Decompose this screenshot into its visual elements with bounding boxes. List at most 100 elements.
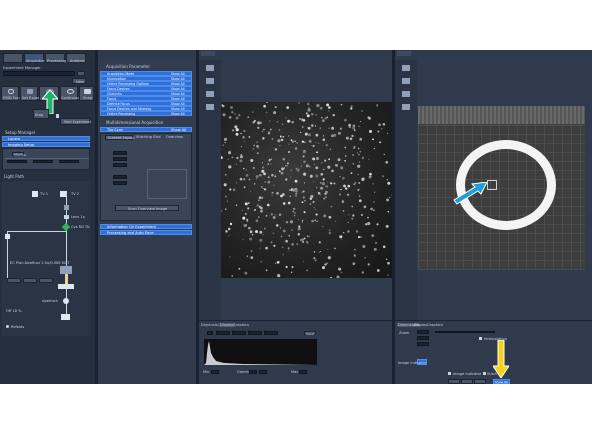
cell-dot	[340, 271, 343, 274]
experiment-select[interactable]	[3, 71, 75, 76]
view-gallery-icon[interactable]	[206, 91, 214, 97]
show-all-overview-button[interactable]: Show All	[493, 379, 510, 384]
setup-item-imaging[interactable]: Imaging Setup	[2, 142, 90, 147]
overview-image[interactable]	[418, 106, 585, 270]
experiment-menu-button[interactable]	[77, 71, 85, 76]
tile-field-3[interactable]	[113, 163, 127, 167]
view-gallery-icon[interactable]	[402, 91, 410, 97]
snap-button[interactable]: Snap	[79, 86, 94, 101]
tab-locate[interactable]	[3, 53, 23, 63]
light-path-button-2[interactable]	[23, 278, 37, 283]
cell-dot	[271, 137, 274, 140]
setup-item-label: Imaging Setup	[8, 143, 35, 147]
zoom-slider[interactable]	[435, 331, 495, 333]
light-path-button-3[interactable]	[39, 278, 53, 283]
view-2d-icon[interactable]	[402, 65, 410, 71]
cell-dot	[330, 182, 333, 185]
cell-dot	[320, 194, 322, 196]
acq-parameter-item[interactable]: Acquisition Mode Show All	[100, 71, 192, 76]
cell-dot	[376, 104, 379, 107]
fluorescence-image[interactable]	[221, 102, 392, 278]
acq-parameter-item[interactable]: Illumination Show All	[100, 76, 192, 81]
image-indicator-checkbox[interactable]	[448, 372, 451, 375]
display-dropdown-4[interactable]	[264, 331, 278, 335]
channel-button[interactable]: Channel	[12, 152, 26, 157]
viewer-1-toolbar	[199, 60, 221, 320]
zoom-field-2[interactable]	[417, 336, 429, 340]
cell-dot	[278, 213, 282, 217]
acq-parameter-item[interactable]: Definite Focus Show All	[100, 101, 192, 106]
acq-parameter-item[interactable]: Online Processing Show All	[100, 111, 192, 116]
cell-dot	[307, 133, 312, 137]
viewer-2-tab[interactable]	[397, 51, 411, 56]
cell-dot	[324, 190, 328, 194]
acq-parameter-item[interactable]: Focus Devices Show All	[100, 86, 192, 91]
max-field[interactable]	[299, 370, 307, 374]
tile-tab-current[interactable]: Current Layout	[105, 135, 135, 140]
acq-parameter-item[interactable]: Focus Show All	[100, 96, 192, 101]
display-dropdown-1[interactable]	[216, 331, 230, 335]
light-path-button-1[interactable]	[7, 278, 21, 283]
min-field[interactable]	[211, 370, 219, 374]
cell-dot	[385, 224, 389, 228]
cell-dot	[222, 113, 226, 117]
continuous-button[interactable]: Continuous	[60, 86, 81, 101]
tile-field-4[interactable]	[113, 175, 127, 179]
info-experiment-bar[interactable]: Information On Experiment	[100, 224, 192, 229]
tab-analysis[interactable]: Analysis	[66, 53, 86, 63]
histogram[interactable]	[204, 339, 317, 365]
display-dropdown-3[interactable]	[248, 331, 262, 335]
cell-dot	[309, 174, 313, 178]
cell-dot	[359, 150, 362, 153]
gamma-field[interactable]	[249, 370, 257, 374]
processing-autosave-bar[interactable]: Processing and Auto Save	[100, 230, 192, 235]
cell-dot	[228, 165, 232, 169]
new-experiment-button[interactable]: New	[72, 78, 86, 84]
tab-graphics[interactable]: Graphics	[233, 323, 249, 327]
cell-dot	[321, 162, 323, 164]
tab-display[interactable]: Display	[414, 323, 427, 327]
stitch-checkbox[interactable]	[483, 372, 486, 375]
position-field[interactable]	[417, 342, 429, 346]
scan-overview-button[interactable]: Scan Overview Image	[115, 205, 179, 211]
overview-tab-1[interactable]	[448, 379, 460, 384]
overview-tab-2[interactable]	[461, 379, 473, 384]
tile-tab-overview[interactable]: Overview	[163, 135, 191, 140]
start-experiment-button[interactable]: Start Experiment	[60, 118, 91, 125]
setup-item-locate[interactable]: Locate	[2, 136, 90, 141]
tab-graphics[interactable]: Graphics	[427, 323, 443, 327]
cell-dot	[362, 244, 366, 248]
zoom-field[interactable]	[417, 330, 429, 334]
interpolation-checkbox[interactable]	[479, 337, 482, 340]
stop-button[interactable]: Stop	[33, 109, 49, 119]
cell-dot	[316, 104, 320, 108]
tab-acquisition[interactable]: Acquisition	[24, 53, 46, 63]
display-dropdown-2[interactable]	[232, 331, 246, 335]
acq-parameter-item[interactable]: Online Processing Options Show All	[100, 81, 192, 86]
setup-field-2[interactable]	[33, 160, 53, 163]
gamma-field-2[interactable]	[259, 370, 267, 374]
overview-tab-3[interactable]	[474, 379, 486, 384]
reset-button[interactable]: Reset	[304, 331, 316, 336]
channel-select[interactable]	[207, 331, 213, 335]
acq-parameter-item[interactable]: Focus Devices and Strategy Show All	[100, 106, 192, 111]
view-split-icon[interactable]	[402, 78, 410, 84]
view-split-icon[interactable]	[206, 78, 214, 84]
tab-processing[interactable]: Processing	[45, 53, 66, 63]
tile-scan-bar[interactable]: Tile Scan Show All	[100, 127, 192, 132]
viewer-1-tab[interactable]	[201, 51, 215, 56]
tile-field-2[interactable]	[113, 157, 127, 161]
find-focus-button[interactable]: FIND Focus	[1, 86, 23, 101]
tile-field-5[interactable]	[113, 181, 127, 185]
view-info-icon[interactable]	[206, 104, 214, 110]
tile-field-1[interactable]	[113, 151, 127, 155]
set-exposure-button[interactable]: Set Exposure	[20, 86, 46, 101]
view-2d-icon[interactable]	[206, 65, 214, 71]
tile-tab-stitching[interactable]: Stitching Grid	[134, 135, 162, 140]
setup-field-1[interactable]	[7, 160, 27, 163]
setup-field-3[interactable]	[59, 160, 79, 163]
view-info-icon[interactable]	[402, 104, 410, 110]
cell-dot	[376, 269, 380, 272]
acq-parameter-item[interactable]: Channels Show All	[100, 91, 192, 96]
refolds-radio[interactable]	[6, 325, 9, 328]
